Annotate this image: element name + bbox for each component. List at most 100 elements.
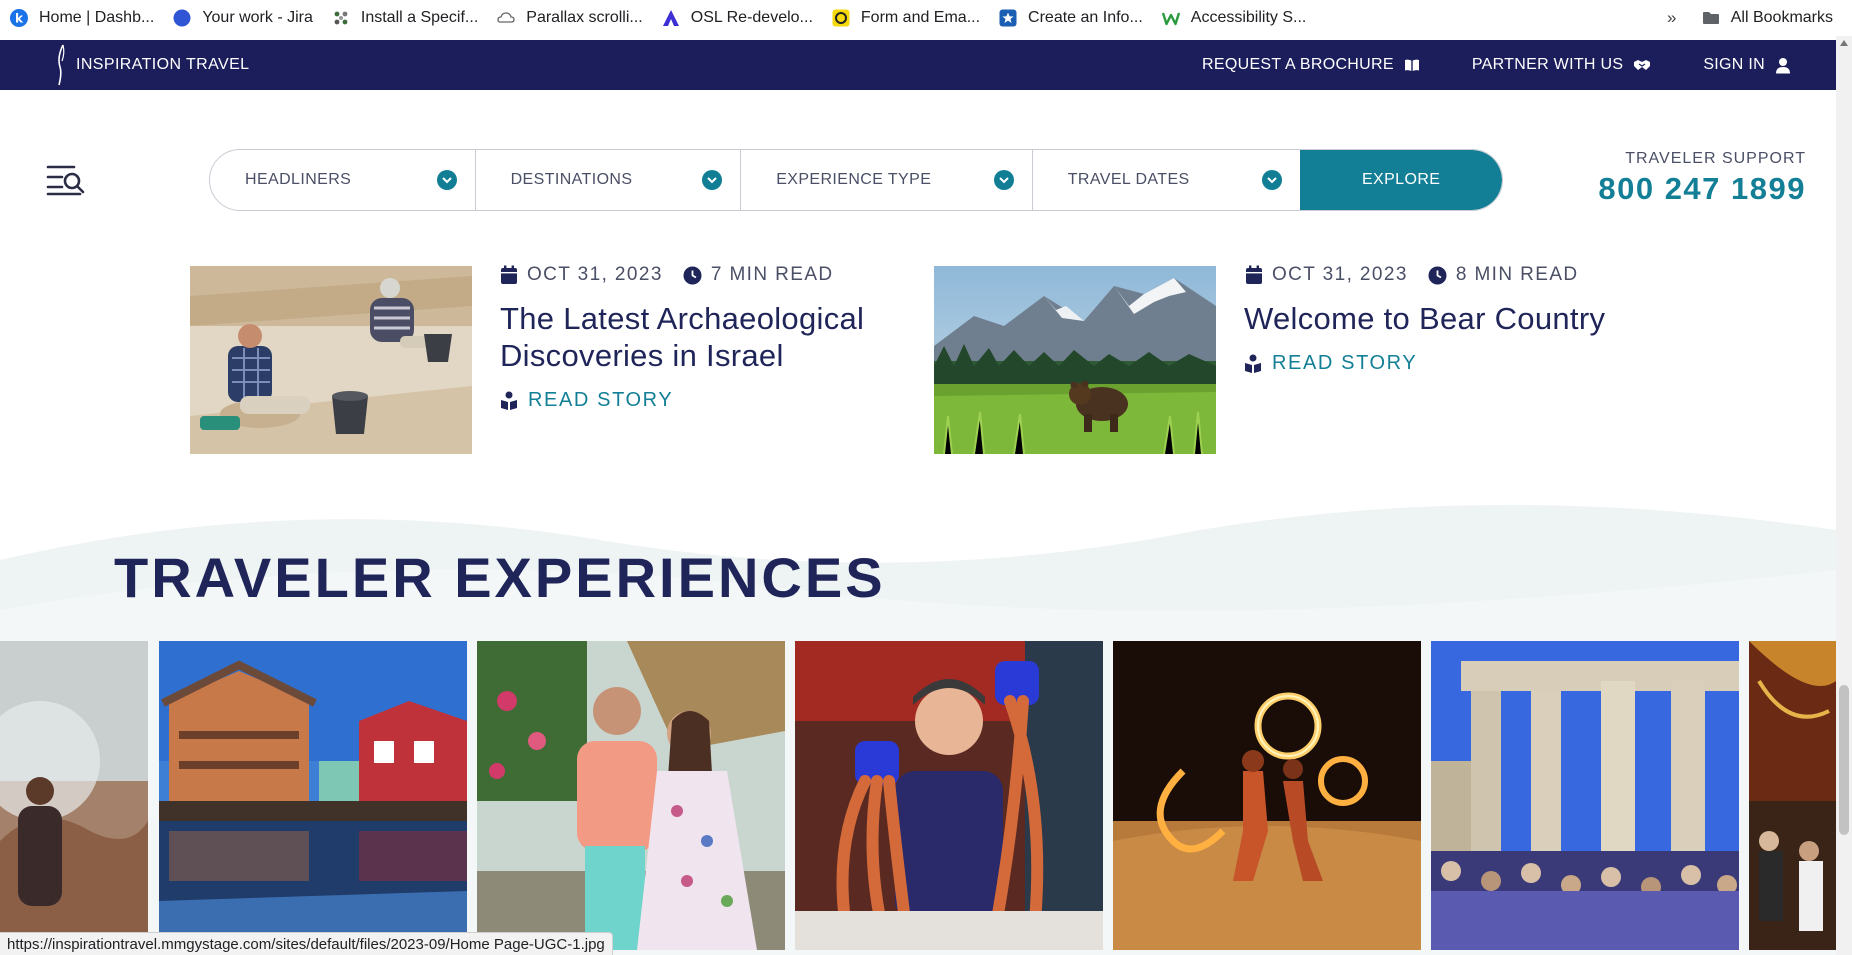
traveler-experiences-heading: TRAVELER EXPERIENCES — [114, 546, 886, 609]
read-story-label: READ STORY — [528, 389, 674, 411]
brown-bear-meadow-photo — [934, 266, 1216, 454]
bookmark-label: OSL Re-develo... — [690, 9, 813, 26]
request-brochure-label: REQUEST A BROCHURE — [1202, 56, 1394, 73]
king-crab-photo — [795, 641, 1103, 950]
scroll-up-arrow-icon[interactable] — [1840, 40, 1848, 46]
gallery-tile[interactable] — [0, 641, 148, 950]
user-icon — [1776, 57, 1790, 73]
gallery-tile[interactable] — [1113, 641, 1421, 950]
link-status-bar: https://inspirationtravel.mmgystage.com/… — [0, 932, 613, 955]
all-bookmarks-folder[interactable]: All Bookmarks — [1692, 0, 1842, 36]
story-meta: OCT 31, 2023 8 MIN READ — [1245, 264, 1579, 286]
menu-search-button[interactable] — [46, 163, 86, 197]
browser-viewport: k Home | Dashb... Your work - Jira Insta… — [0, 0, 1852, 955]
story-title-link[interactable]: The Latest Archaeological Discoveries in… — [500, 300, 864, 374]
bookmark-form-email[interactable]: Form and Ema... — [822, 0, 989, 36]
headliners-label: HEADLINERS — [245, 171, 352, 188]
bookmark-label: Parallax scrolli... — [526, 9, 643, 26]
experience-type-label: EXPERIENCE TYPE — [776, 171, 932, 188]
parthenon-crowd-photo — [1431, 641, 1739, 950]
traveler-support: TRAVELER SUPPORT 800 247 1899 — [1598, 150, 1806, 207]
destinations-label: DESTINATIONS — [510, 171, 633, 188]
bookmark-label: Install a Specif... — [360, 9, 479, 26]
scrollbar-thumb[interactable] — [1839, 685, 1849, 835]
trip-filter-bar: HEADLINERS DESTINATIONS EXPERIENCE TYPE … — [209, 149, 1503, 211]
partner-with-us-label: PARTNER WITH US — [1471, 56, 1624, 73]
support-phone-link[interactable]: 800 247 1899 — [1598, 171, 1806, 207]
gallery-tile[interactable] — [1431, 641, 1739, 950]
gallery-tile[interactable] — [1749, 641, 1836, 950]
calendar-icon — [1245, 265, 1263, 285]
brand-name: INSPIRATION TRAVEL — [76, 56, 250, 73]
calendar-icon — [500, 265, 518, 285]
archaeology-dig-photo — [190, 266, 472, 454]
menu-search-icon — [46, 165, 85, 196]
dots-icon — [331, 8, 351, 28]
story-title-line: Discoveries in Israel — [500, 338, 784, 373]
bookmark-label: Your work - Jira — [202, 9, 313, 26]
request-brochure-link[interactable]: REQUEST A BROCHURE — [1202, 56, 1420, 74]
bookmark-jira[interactable]: Your work - Jira — [163, 0, 322, 36]
read-story-label: READ STORY — [1272, 352, 1418, 374]
story-image-archaeology[interactable] — [190, 266, 472, 454]
cloud-icon — [496, 8, 516, 28]
clock-icon — [683, 266, 702, 285]
ornate-church-photo — [1749, 641, 1836, 950]
folder-icon — [1701, 8, 1721, 28]
all-bookmarks-label: All Bookmarks — [1730, 9, 1833, 26]
gallery-tile[interactable] — [159, 641, 467, 950]
book-icon — [1404, 59, 1419, 71]
experience-type-dropdown[interactable]: EXPERIENCE TYPE — [741, 150, 1033, 210]
couple-village-photo — [477, 641, 785, 950]
chevron-down-icon — [1262, 170, 1283, 190]
feather-logo-icon — [58, 44, 65, 86]
k-circle-icon: k — [9, 8, 29, 28]
book-reader-icon — [1245, 354, 1261, 373]
bookmark-create-info[interactable]: Create an Info... — [989, 0, 1152, 36]
handshake-icon — [1634, 60, 1651, 70]
bookmarks-overflow-button[interactable]: » — [1652, 8, 1692, 28]
book-reader-icon — [501, 391, 517, 410]
story-meta: OCT 31, 2023 7 MIN READ — [500, 264, 834, 286]
story-title-link[interactable]: Welcome to Bear Country — [1244, 300, 1605, 337]
bookmark-osl[interactable]: OSL Re-develo... — [652, 0, 822, 36]
chevron-down-icon — [993, 170, 1014, 190]
bookmark-parallax[interactable]: Parallax scrolli... — [487, 0, 651, 36]
read-story-link[interactable]: READ STORY — [1244, 352, 1417, 375]
bookmark-label: Form and Ema... — [860, 9, 981, 26]
read-story-link[interactable]: READ STORY — [500, 389, 673, 412]
blue-circle-icon — [172, 8, 192, 28]
travel-dates-label: TRAVEL DATES — [1067, 171, 1190, 188]
bookmarks-bar: k Home | Dashb... Your work - Jira Insta… — [0, 0, 1852, 36]
bookmark-home-dashboard[interactable]: k Home | Dashb... — [0, 0, 163, 36]
sign-in-label: SIGN IN — [1703, 56, 1765, 73]
yellow-badge-icon — [831, 8, 851, 28]
bookmark-label: Home | Dashb... — [39, 9, 155, 26]
chevron-down-icon — [702, 170, 723, 190]
brand-logo-link[interactable]: INSPIRATION TRAVEL — [54, 43, 249, 87]
story-read-time: 7 MIN READ — [710, 264, 834, 285]
page-scrollbar[interactable] — [1836, 36, 1852, 955]
story-title-line: Welcome to Bear Country — [1244, 301, 1606, 336]
bookmark-label: Accessibility S... — [1190, 9, 1307, 26]
story-date: OCT 31, 2023 — [1272, 264, 1408, 285]
headliners-dropdown[interactable]: HEADLINERS — [210, 150, 476, 210]
bookmark-install[interactable]: Install a Specif... — [322, 0, 487, 36]
travel-dates-dropdown[interactable]: TRAVEL DATES — [1033, 150, 1301, 210]
story-title-line: The Latest Archaeological — [500, 301, 865, 336]
bookmark-label: Create an Info... — [1028, 9, 1143, 26]
blue-star-icon — [998, 8, 1018, 28]
story-image-bear[interactable] — [934, 266, 1216, 454]
gallery-tile[interactable] — [795, 641, 1103, 950]
bookmark-accessibility[interactable]: Accessibility S... — [1152, 0, 1316, 36]
destinations-dropdown[interactable]: DESTINATIONS — [476, 150, 742, 210]
fire-dancers-photo — [1113, 641, 1421, 950]
sign-in-link[interactable]: SIGN IN — [1703, 56, 1791, 74]
partner-with-us-link[interactable]: PARTNER WITH US — [1472, 56, 1651, 74]
explore-button[interactable]: EXPLORE — [1300, 150, 1502, 210]
waterfront-houses-photo — [159, 641, 467, 950]
story-read-time: 8 MIN READ — [1455, 264, 1579, 285]
gallery-tile[interactable] — [477, 641, 785, 950]
traveler-support-label: TRAVELER SUPPORT — [1625, 150, 1806, 167]
w-logo-icon — [1161, 8, 1181, 28]
